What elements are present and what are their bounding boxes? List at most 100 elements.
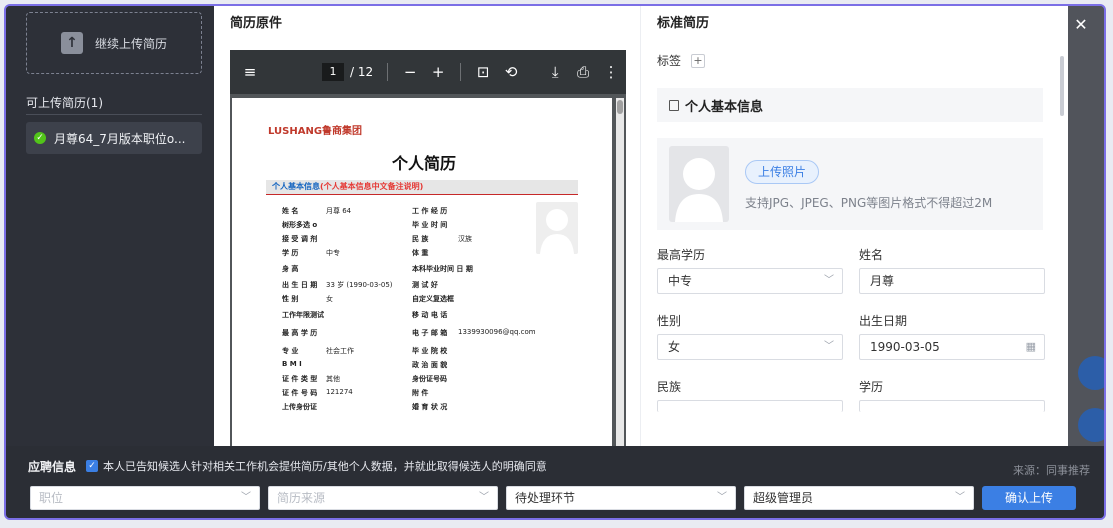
resume-list-item[interactable]: ✓ 月尊64_7月版本职位o... (26, 122, 202, 154)
doc-field-value: 社会工作 (326, 347, 354, 355)
person-silhouette-icon (675, 158, 723, 222)
pdf-page: LUSHANG鲁商集团 个人简历 个人基本信息(个人基本信息中文备注说明) 姓 … (232, 98, 612, 446)
print-icon[interactable]: ⎙ (569, 63, 597, 81)
pdf-toolbar: ≡ 1 / 12 − + ⊡ ⟲ ⤓ ⎙ ⋮ (230, 50, 626, 94)
application-info-bar: 应聘信息 ✓ 本人已告知候选人针对相关工作机会提供简历/其他个人数据，并就此取得… (6, 446, 1104, 518)
gender-select[interactable]: 女 ﹀ (657, 334, 843, 360)
section-bar-note: (个人基本信息中文备注说明) (320, 182, 424, 191)
doc-field-value: 121274 (326, 388, 353, 396)
section-title: 个人基本信息 (685, 99, 764, 115)
photo-upload-area: 上传照片 支持JPG、JPEG、PNG等图片格式不得超过2M (657, 138, 1043, 230)
upload-sidebar: ↑ 继续上传简历 可上传简历(1) ✓ 月尊64_7月版本职位o... (6, 6, 214, 446)
doc-field-label2: 身份证号码 (412, 375, 447, 383)
gender-value: 女 (668, 340, 681, 354)
owner-select[interactable]: 超级管理员 ﹀ (744, 486, 974, 510)
pdf-scrollbar[interactable] (616, 98, 624, 446)
highest-education-value: 中专 (668, 274, 693, 288)
document-icon (669, 99, 679, 111)
chevron-down-icon: ﹀ (717, 492, 727, 503)
ethnicity-select[interactable] (657, 400, 843, 412)
document-title: 个人简历 (392, 154, 457, 173)
highest-education-select[interactable]: 中专 ﹀ (657, 268, 843, 294)
doc-field-label2: 附 件 (412, 389, 429, 397)
confirm-upload-button[interactable]: 确认上传 (982, 486, 1076, 510)
gender-label: 性别 (657, 314, 682, 328)
resume-source-select[interactable]: 简历来源 ﹀ (268, 486, 498, 510)
document-photo-placeholder (536, 202, 578, 254)
photo-format-hint: 支持JPG、JPEG、PNG等图片格式不得超过2M (745, 196, 993, 210)
form-scrollbar[interactable] (1060, 56, 1064, 116)
doc-field-label: B M I (282, 360, 302, 368)
divider (26, 114, 202, 115)
name-value: 月尊 (870, 274, 895, 288)
birth-date-label: 出生日期 (859, 314, 908, 328)
minus-icon[interactable]: − (396, 63, 424, 81)
doc-field-label: 上传身份证 (282, 403, 317, 411)
ethnicity-label: 民族 (657, 380, 682, 394)
page-number-input[interactable]: 1 (322, 63, 344, 81)
doc-field-value: 月尊 64 (326, 207, 352, 215)
doc-field-label2: 移 动 电 话 (412, 311, 448, 319)
doc-field-value2: 汉族 (458, 235, 472, 243)
standard-resume-panel: 标准简历 标签 + 个人基本信息 上传照片 支持JPG、JPEG、PNG等图片格… (640, 6, 1068, 446)
fit-page-icon[interactable]: ⊡ (469, 63, 497, 81)
doc-field-label2: 政 治 面 貌 (412, 361, 448, 369)
doc-field-value: 女 (326, 295, 333, 303)
doc-field-label: 工作年限测试 (282, 311, 324, 319)
stage-select[interactable]: 待处理环节 ﹀ (506, 486, 736, 510)
checkbox-checked-icon: ✓ (86, 460, 98, 472)
add-tag-button[interactable]: + (691, 53, 706, 68)
doc-field-label2: 毕 业 时 间 (412, 221, 448, 229)
doc-field-label2: 体 重 (412, 249, 429, 257)
doc-field-value2: 1339930096@qq.com (458, 328, 536, 336)
backdrop-strip (1066, 6, 1104, 446)
tag-label: 标签 (657, 54, 682, 68)
check-circle-icon: ✓ (34, 132, 46, 144)
upload-icon: ↑ (60, 32, 83, 54)
doc-field-label2: 电 子 邮 箱 (412, 329, 448, 337)
source-text: 来源：同事推荐 (1013, 464, 1090, 477)
resume-upload-dialog: ✕ ↑ 继续上传简历 可上传简历(1) ✓ 月尊64_7月版本职位o... 简历… (4, 4, 1106, 520)
continue-upload-button[interactable]: ↑ 继续上传简历 (26, 12, 202, 74)
doc-field-label2: 工 作 经 历 (412, 207, 448, 215)
toolbar-divider (460, 63, 462, 81)
doc-field-label2: 本科毕业时间 日 期 (412, 265, 473, 273)
doc-field-label: 性 别 (282, 295, 299, 303)
rotate-icon[interactable]: ⟲ (497, 63, 525, 81)
stage-value: 待处理环节 (515, 491, 576, 505)
position-placeholder: 职位 (39, 491, 64, 505)
calendar-icon: ▦ (1025, 340, 1036, 353)
upload-photo-button[interactable]: 上传照片 (745, 160, 820, 184)
backdrop-bubble (1078, 356, 1104, 390)
chevron-down-icon: ﹀ (824, 275, 834, 286)
chevron-down-icon: ﹀ (479, 492, 489, 503)
plus-icon[interactable]: + (424, 63, 452, 81)
continue-upload-label: 继续上传简历 (94, 36, 167, 51)
menu-icon[interactable]: ≡ (236, 63, 264, 81)
degree-label: 学历 (859, 380, 884, 394)
photo-placeholder (669, 146, 729, 222)
doc-field-label: 专 业 (282, 347, 299, 355)
position-select[interactable]: 职位 ﹀ (30, 486, 260, 510)
close-icon[interactable]: ✕ (1070, 14, 1092, 36)
tag-row: 标签 + (657, 52, 706, 69)
download-icon[interactable]: ⤓ (541, 63, 569, 81)
pdf-viewer: ≡ 1 / 12 − + ⊡ ⟲ ⤓ ⎙ ⋮ LUSHANG鲁商集团 个人简历 … (230, 50, 626, 446)
birth-date-picker[interactable]: 1990-03-05 ▦ (859, 334, 1045, 360)
birth-date-value: 1990-03-05 (870, 340, 940, 354)
basic-info-section-header: 个人基本信息 (657, 88, 1043, 122)
name-input[interactable]: 月尊 (859, 268, 1045, 294)
preview-title: 简历原件 (230, 16, 283, 31)
chevron-down-icon: ﹀ (824, 341, 834, 352)
doc-field-label: 树形多选 o (282, 221, 318, 229)
doc-field-label2: 自定义复选框 (412, 295, 454, 303)
doc-field-label: 姓 名 (282, 207, 299, 215)
resume-source-placeholder: 简历来源 (277, 491, 326, 505)
doc-field-value: 中专 (326, 249, 340, 257)
more-vertical-icon[interactable]: ⋮ (597, 63, 625, 81)
owner-value: 超级管理员 (753, 491, 814, 505)
consent-checkbox[interactable]: ✓ 本人已告知候选人针对相关工作机会提供简历/其他个人数据，并就此取得候选人的明… (86, 458, 547, 474)
degree-select[interactable] (859, 400, 1045, 412)
document-section-bar: 个人基本信息(个人基本信息中文备注说明) (266, 180, 578, 194)
chevron-down-icon: ﹀ (241, 492, 251, 503)
